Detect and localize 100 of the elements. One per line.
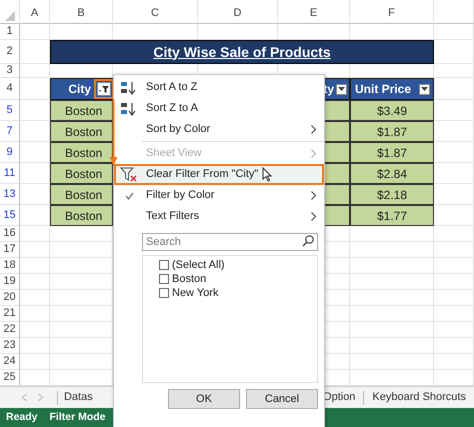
ok-button[interactable]: OK: [168, 389, 240, 409]
checkbox[interactable]: [159, 274, 169, 284]
table-cell[interactable]: Boston: [50, 142, 113, 163]
scroll-right-icon[interactable]: [38, 394, 43, 401]
empty-cell[interactable]: [113, 24, 198, 40]
empty-cell[interactable]: [434, 370, 474, 386]
checkbox-label[interactable]: Boston: [172, 270, 206, 288]
table-cell[interactable]: $2.18: [350, 184, 434, 205]
row-number[interactable]: 5: [0, 100, 20, 121]
row-number[interactable]: 23: [0, 338, 20, 354]
row-number[interactable]: 2: [0, 40, 20, 64]
row-number[interactable]: 20: [0, 290, 20, 306]
empty-cell[interactable]: [350, 274, 434, 290]
row-number[interactable]: 7: [0, 121, 20, 142]
checkbox-label[interactable]: (Select All): [172, 256, 225, 274]
row-number[interactable]: 21: [0, 306, 20, 322]
empty-cell[interactable]: [434, 306, 474, 322]
empty-cell[interactable]: [434, 354, 474, 370]
menu-item[interactable]: Sort A to Z: [114, 77, 324, 98]
row-number[interactable]: 9: [0, 142, 20, 163]
column-header[interactable]: D: [198, 0, 278, 24]
empty-cell[interactable]: [434, 242, 474, 258]
checkbox-label[interactable]: New York: [172, 284, 218, 302]
header-cell[interactable]: Unit Price: [350, 78, 434, 100]
empty-cell[interactable]: [50, 290, 113, 306]
empty-cell[interactable]: [434, 24, 474, 40]
column-header[interactable]: E: [278, 0, 350, 24]
empty-cell[interactable]: [20, 338, 50, 354]
checkbox[interactable]: [159, 260, 169, 270]
empty-cell[interactable]: [434, 290, 474, 306]
dropdown-button[interactable]: [419, 84, 430, 94]
empty-cell[interactable]: [434, 64, 474, 78]
menu-item[interactable]: Filter by Color: [114, 185, 324, 206]
dropdown-button[interactable]: [336, 84, 347, 94]
empty-cell[interactable]: [50, 242, 113, 258]
row-number[interactable]: 22: [0, 322, 20, 338]
empty-cell[interactable]: [350, 64, 434, 78]
empty-cell[interactable]: [434, 322, 474, 338]
empty-cell[interactable]: [50, 24, 113, 40]
empty-cell[interactable]: [434, 274, 474, 290]
empty-cell[interactable]: [20, 290, 50, 306]
row-number[interactable]: 15: [0, 205, 20, 226]
empty-cell[interactable]: [50, 322, 113, 338]
empty-cell[interactable]: [350, 338, 434, 354]
table-cell[interactable]: $1.87: [350, 142, 434, 163]
empty-cell[interactable]: [50, 338, 113, 354]
empty-cell[interactable]: [350, 322, 434, 338]
table-cell[interactable]: $2.84: [350, 163, 434, 184]
sheet-tab[interactable]: Datas: [58, 389, 101, 406]
empty-cell[interactable]: [50, 258, 113, 274]
empty-cell[interactable]: [20, 226, 50, 242]
column-header[interactable]: B: [50, 0, 113, 24]
empty-cell[interactable]: [198, 24, 278, 40]
table-cell[interactable]: Boston: [50, 163, 113, 184]
empty-cell[interactable]: [20, 370, 50, 386]
row-number[interactable]: 24: [0, 354, 20, 370]
search-field[interactable]: Search: [142, 233, 318, 251]
empty-cell[interactable]: [20, 24, 50, 40]
empty-cell[interactable]: [350, 258, 434, 274]
row-number[interactable]: 13: [0, 184, 20, 205]
column-header[interactable]: F: [350, 0, 434, 24]
table-cell[interactable]: Boston: [50, 100, 113, 121]
empty-cell[interactable]: [278, 24, 350, 40]
empty-cell[interactable]: [434, 258, 474, 274]
row-number[interactable]: 4: [0, 78, 20, 100]
table-cell[interactable]: $1.77: [350, 205, 434, 226]
row-number[interactable]: 18: [0, 258, 20, 274]
row-number[interactable]: 3: [0, 64, 20, 78]
empty-cell[interactable]: [20, 306, 50, 322]
empty-cell[interactable]: [20, 274, 50, 290]
table-cell[interactable]: $3.49: [350, 100, 434, 121]
empty-cell[interactable]: [350, 24, 434, 40]
menu-item[interactable]: Text Filters: [114, 206, 324, 227]
column-header[interactable]: [434, 0, 474, 24]
empty-cell[interactable]: [50, 370, 113, 386]
sheet-tab[interactable]: Keyboard Shorcuts: [364, 389, 474, 406]
cancel-button[interactable]: Cancel: [246, 389, 318, 409]
empty-cell[interactable]: [20, 354, 50, 370]
row-number[interactable]: 11: [0, 163, 20, 184]
empty-cell[interactable]: [350, 370, 434, 386]
empty-cell[interactable]: [50, 226, 113, 242]
empty-cell[interactable]: [350, 242, 434, 258]
empty-cell[interactable]: [350, 354, 434, 370]
empty-cell[interactable]: [50, 354, 113, 370]
table-cell[interactable]: Boston: [50, 184, 113, 205]
filter-button[interactable]: [97, 82, 111, 96]
menu-item[interactable]: Clear Filter From "City": [114, 164, 324, 185]
empty-cell[interactable]: [20, 258, 50, 274]
empty-cell[interactable]: [434, 226, 474, 242]
row-number[interactable]: 17: [0, 242, 20, 258]
empty-cell[interactable]: [50, 306, 113, 322]
checkbox[interactable]: [159, 288, 169, 298]
row-number[interactable]: 1: [0, 24, 20, 40]
empty-cell[interactable]: [434, 338, 474, 354]
column-header[interactable]: A: [20, 0, 50, 24]
empty-cell[interactable]: [50, 274, 113, 290]
column-header[interactable]: C: [113, 0, 198, 24]
table-cell[interactable]: Boston: [50, 205, 113, 226]
empty-cell[interactable]: [20, 64, 50, 78]
row-number[interactable]: 16: [0, 226, 20, 242]
